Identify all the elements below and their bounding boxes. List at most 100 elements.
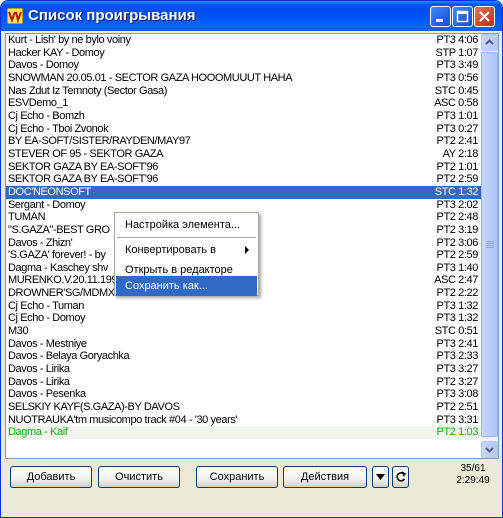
track-duration: PT3 2:02 — [436, 198, 479, 211]
maximize-icon — [456, 10, 469, 23]
track-duration: PT2 3:19 — [436, 223, 479, 236]
track-duration: PT3 3:31 — [436, 413, 479, 426]
track-duration: PT3 2:41 — [436, 337, 479, 350]
playlist-row[interactable]: Kurt - Lish' by ne bylo voiny PT3 4:06 — [6, 34, 482, 47]
playlist-row[interactable]: DOC'NEONSOFT STC 1:32 — [6, 185, 482, 199]
playlist-row[interactable]: Davos - Domoy PT3 3:49 — [6, 59, 482, 72]
track-duration: AY 2:18 — [442, 147, 479, 160]
track-name: SEKTOR GAZA BY EA-SOFT'96 — [8, 173, 159, 186]
track-name: Hacker KAY - Domoy — [8, 46, 105, 59]
track-name: Cj Echo - Tuman — [8, 299, 84, 312]
track-name: Davos - Belaya Goryachka — [8, 350, 130, 363]
track-duration: PT2 1:01 — [436, 160, 479, 173]
total-time: 2:29:49 — [456, 475, 490, 486]
scroll-down-button[interactable] — [481, 441, 498, 458]
playlist-row[interactable]: Cj Echo - Tuman PT3 1:32 — [6, 300, 482, 313]
arrow-up-icon — [485, 39, 494, 45]
playlist-row[interactable]: Davos - Lirika PT2 3:27 — [6, 376, 482, 389]
track-name: "S.GAZA"-BEST GRO — [8, 223, 110, 236]
track-name: 'S.GAZA' forever! - by — [8, 249, 106, 262]
track-name: M30 — [8, 325, 29, 338]
track-duration: STC 0:51 — [434, 325, 479, 338]
close-button[interactable] — [474, 6, 495, 27]
playlist-row[interactable]: Davos - Lirika PT3 3:27 — [6, 363, 482, 376]
playlist-row[interactable]: Davos - Mestniye PT3 2:41 — [6, 338, 482, 351]
track-duration: PT2 1:03 — [436, 426, 479, 439]
track-duration: PT3 1:32 — [436, 299, 479, 312]
track-name: SEKTOR GAZA BY EA-SOFT'96 — [8, 160, 159, 173]
actions-button[interactable]: Действия — [283, 466, 367, 488]
scroll-up-button[interactable] — [481, 34, 498, 51]
add-button[interactable]: Добавить — [10, 466, 92, 488]
status-counter: 35/61 2:29:49 — [453, 463, 493, 487]
save-button[interactable]: Сохранить — [196, 466, 278, 488]
track-name: Sergant - Domoy — [8, 198, 86, 211]
playlist-row[interactable]: Davos - Pesenka PT3 3:08 — [6, 388, 482, 401]
track-name: BY EA-SOFT/SISTER/RAYDEN/MAY97 — [8, 135, 191, 148]
track-duration: PT2 2:22 — [436, 287, 479, 300]
track-name: STEVER OF 95 - SEKTOR GAZA — [8, 147, 164, 160]
track-duration: STC 0:45 — [434, 84, 479, 97]
track-name: SNOWMAN 20.05.01 - SECTOR GAZA HOOOMUUUT… — [8, 71, 293, 84]
playlist-row[interactable]: Nas Zdut Iz Temnoty (Sector Gasa) STC 0:4… — [6, 85, 482, 98]
playlist-row[interactable]: NUOTRAUKA'tm musicompo track #04 - '30 y… — [6, 414, 482, 427]
track-name: Davos - Lirika — [8, 375, 70, 388]
track-duration: ASC 2:47 — [434, 274, 478, 287]
playlist-row[interactable]: SNOWMAN 20.05.01 - SECTOR GAZA HOOOMUUUT… — [6, 72, 482, 85]
track-duration: PT2 2:41 — [436, 135, 479, 148]
menu-item-item-settings[interactable]: Настройка элемента... — [116, 215, 257, 235]
clear-button[interactable]: Очистить — [98, 466, 180, 488]
track-duration: PT2 2:59 — [436, 173, 479, 186]
track-name: ESVDemo_1 — [8, 97, 68, 110]
menu-item-save-as[interactable]: Сохранить как... — [116, 276, 257, 296]
track-name: Dagma - Kaif — [8, 426, 68, 439]
track-name: Davos - Lirika — [8, 363, 70, 376]
playlist-row[interactable]: Cj Echo - Bomzh PT3 1:01 — [6, 110, 482, 123]
submenu-arrow-icon — [245, 246, 249, 254]
playlist-row[interactable]: Dagma - Kaif PT2 1:03 — [6, 426, 482, 439]
playlist-row[interactable]: STEVER OF 95 - SEKTOR GAZA AY 2:18 — [6, 148, 482, 161]
context-menu: Настройка элемента... Конвертировать в О… — [114, 212, 259, 296]
playlist-window: Список проигрывания Kurt - Lish' by ne b… — [0, 0, 503, 518]
track-duration: PT3 3:27 — [436, 363, 479, 376]
menu-item-convert-to[interactable]: Конвертировать в — [116, 240, 257, 260]
track-duration: PT3 2:33 — [436, 350, 479, 363]
playlist-row[interactable]: Cj Echo - Tboi Zvonok PT3 0:27 — [6, 123, 482, 136]
app-icon — [7, 8, 23, 24]
playlist-row[interactable]: BY EA-SOFT/SISTER/RAYDEN/MAY97 PT2 2:41 — [6, 135, 482, 148]
track-duration: PT3 0:27 — [436, 122, 479, 135]
playlist-row[interactable]: SEKTOR GAZA BY EA-SOFT'96 PT2 1:01 — [6, 161, 482, 174]
refresh-icon — [396, 471, 407, 482]
track-duration: STP 1:07 — [435, 46, 479, 59]
playlist-row[interactable]: SEKTOR GAZA BY EA-SOFT'96 PT2 2:59 — [6, 173, 482, 186]
track-name: Davos - Zhizn' — [8, 236, 73, 249]
playlist-row[interactable]: SELSKIY KAYF(S.GAZA)-BY DAVOS PT2 2:51 — [6, 401, 482, 414]
track-name: Cj Echo - Domoy — [8, 312, 86, 325]
track-duration: PT2 3:27 — [436, 375, 479, 388]
track-duration: PT2 2:48 — [436, 211, 479, 224]
dropdown-button[interactable] — [372, 466, 389, 488]
track-duration: PT2 2:59 — [436, 249, 479, 262]
window-title: Список проигрывания — [28, 7, 196, 24]
scrollbar-thumb[interactable] — [481, 52, 498, 437]
triangle-down-icon — [376, 474, 385, 480]
track-name: Kurt - Lish' by ne bylo voiny — [8, 34, 131, 46]
maximize-button[interactable] — [452, 6, 473, 27]
playlist-row[interactable]: ESVDemo_1 ASC 0:58 — [6, 97, 482, 110]
track-position: 35/61 — [460, 463, 486, 474]
track-name: Davos - Pesenka — [8, 388, 86, 401]
playlist-row[interactable]: M30 STC 0:51 — [6, 325, 482, 338]
minimize-button[interactable] — [430, 6, 451, 27]
playlist-row[interactable]: Hacker KAY - Domoy STP 1:07 — [6, 47, 482, 60]
playlist-row[interactable]: Sergant - Domoy PT3 2:02 — [6, 199, 482, 212]
track-duration: PT3 1:01 — [436, 109, 479, 122]
track-duration: PT3 3:49 — [436, 59, 479, 72]
playlist-row[interactable]: Cj Echo - Domoy PT3 1:32 — [6, 312, 482, 325]
track-duration: PT3 4:06 — [436, 34, 479, 46]
title-bar[interactable]: Список проигрывания — [1, 1, 502, 31]
playlist-row[interactable]: Davos - Belaya Goryachka PT3 2:33 — [6, 350, 482, 363]
close-icon — [479, 11, 490, 22]
refresh-button[interactable] — [392, 466, 409, 488]
vertical-scrollbar[interactable] — [481, 34, 498, 458]
track-duration: PT2 2:51 — [436, 401, 479, 414]
